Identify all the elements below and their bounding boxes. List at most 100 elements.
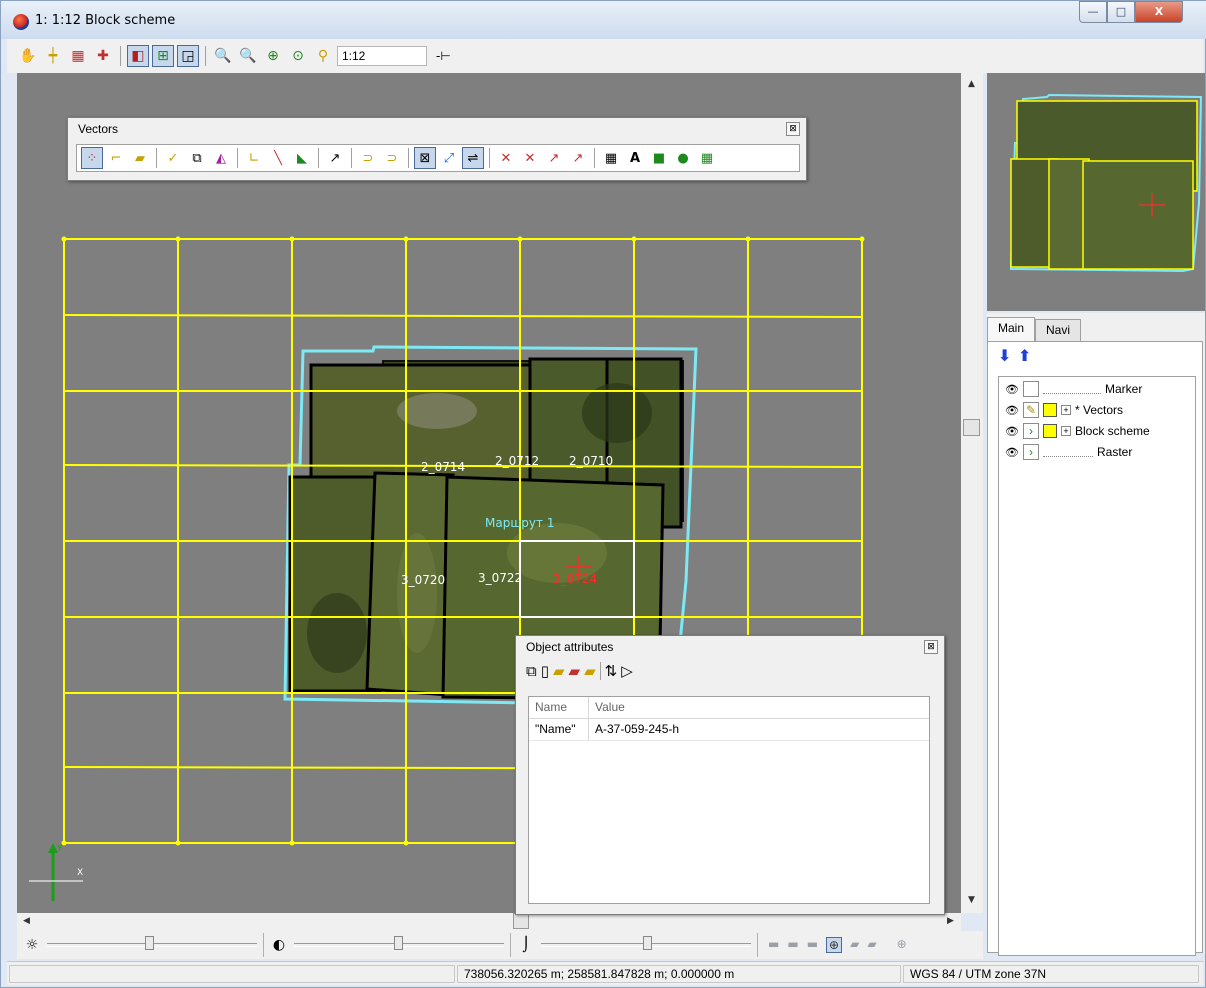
edit-pencil-icon[interactable]: ✎ — [1023, 402, 1039, 418]
grid-icon[interactable]: ▦ — [67, 45, 89, 67]
sort-icon[interactable]: ⇅ — [605, 662, 618, 680]
hand-pan-icon[interactable]: ✋ — [17, 45, 39, 67]
open-folder-icon[interactable]: ▰ — [553, 662, 565, 680]
pin-icon[interactable]: -⊢ — [436, 49, 451, 63]
scroll-down-icon[interactable]: ▼ — [968, 895, 975, 905]
copy-icon[interactable]: ⧉ — [526, 662, 537, 680]
attr-icon[interactable]: ■ — [648, 147, 670, 169]
tab-main[interactable]: Main — [987, 317, 1036, 341]
channel-blue-icon[interactable]: ▬ — [807, 937, 818, 953]
line-2d-icon[interactable]: ↗ — [567, 147, 589, 169]
close-button[interactable]: X — [1135, 1, 1183, 23]
minimize-button[interactable]: — — [1079, 1, 1107, 23]
eye-icon[interactable]: 👁 — [1005, 425, 1019, 438]
move-up-icon[interactable]: ⬆ — [1018, 348, 1032, 364]
slider-knob[interactable] — [145, 936, 154, 950]
channel-green-icon[interactable]: ▬ — [787, 937, 798, 953]
frame-icon[interactable]: ◲ — [177, 45, 199, 67]
copy-shape-icon[interactable]: ⧉ — [186, 147, 208, 169]
eye-icon[interactable]: 👁 — [1005, 383, 1019, 396]
create-polygon-icon[interactable]: ▰ — [129, 147, 151, 169]
snap-edge-icon[interactable]: ⇌ — [462, 147, 484, 169]
delete-folder-icon[interactable]: ▰ — [569, 662, 581, 680]
layer-row-raster[interactable]: 👁 › Raster — [1005, 442, 1132, 462]
eye-icon[interactable]: 👁 — [1005, 404, 1019, 417]
snap-icon[interactable]: ⊠ — [414, 147, 436, 169]
layer-row-marker[interactable]: 👁 Marker — [1005, 379, 1142, 399]
classify-icon[interactable]: ● — [672, 147, 694, 169]
fit-icon[interactable]: ⊞ — [152, 45, 174, 67]
layer-row-block-scheme[interactable]: 👁 › + Block scheme — [1005, 421, 1150, 441]
gamma-slider[interactable] — [541, 936, 751, 950]
filter-icon[interactable]: ▷ — [621, 662, 633, 680]
close-icon[interactable]: ⊠ — [924, 640, 938, 654]
zoom-area-icon[interactable]: ⊕ — [262, 45, 284, 67]
scroll-right-icon[interactable]: ▶ — [947, 916, 954, 926]
active-chevron-icon[interactable]: › — [1023, 444, 1039, 460]
snap-line-icon[interactable]: ⤢ — [438, 147, 460, 169]
split-view-icon[interactable]: ◧ — [127, 45, 149, 67]
new-document-icon[interactable]: ▯ — [541, 662, 549, 680]
layer-a-icon[interactable]: ▰ — [850, 937, 859, 953]
table-row[interactable]: "Name" A-37-059-245-h — [529, 719, 929, 741]
create-polyline-icon[interactable]: ⌐ — [105, 147, 127, 169]
active-chevron-icon[interactable]: › — [1023, 423, 1039, 439]
close-icon[interactable]: ⊠ — [786, 122, 800, 136]
slider-knob[interactable] — [643, 936, 652, 950]
tab-navi[interactable]: Navi — [1035, 319, 1082, 341]
expand-icon[interactable]: + — [1061, 405, 1071, 415]
toolbar-separator — [318, 148, 319, 168]
scroll-up-icon[interactable]: ▲ — [968, 79, 975, 89]
angle-icon[interactable]: ∟ — [243, 147, 265, 169]
cross-2d-icon[interactable]: ✕ — [519, 147, 541, 169]
line-icon[interactable]: ╲ — [267, 147, 289, 169]
bracket-right-icon[interactable]: ⊃ — [381, 147, 403, 169]
move-down-icon[interactable]: ⬇ — [998, 348, 1012, 364]
zoom-scale-icon[interactable]: ⚲ — [312, 45, 334, 67]
channel-red-icon[interactable]: ▬ — [768, 937, 779, 953]
curve-icon[interactable]: ↗ — [324, 147, 346, 169]
scroll-left-icon[interactable]: ◀ — [23, 916, 30, 926]
contrast-slider[interactable] — [294, 936, 504, 950]
text-icon[interactable]: A — [624, 147, 646, 169]
auto-level-icon[interactable]: ⊕ — [826, 937, 843, 953]
toolbar-separator — [237, 148, 238, 168]
cross-3d-icon[interactable]: ✕ — [495, 147, 517, 169]
main-window: 1: 1:12 Block scheme — □ X ✋ ┿ ▦ ✚ ◧ ⊞ ◲… — [0, 0, 1206, 988]
scale-input[interactable] — [337, 46, 427, 66]
area-icon[interactable]: ◣ — [291, 147, 313, 169]
grid-tool-icon[interactable]: ▦ — [696, 147, 718, 169]
edit-node-icon[interactable]: ✓ — [162, 147, 184, 169]
layer-color-swatch[interactable] — [1043, 403, 1057, 417]
overview-map[interactable] — [987, 73, 1205, 311]
horizontal-scrollbar[interactable]: ◀ ▶ — [17, 913, 961, 931]
add-point-icon[interactable]: ┿ — [42, 45, 64, 67]
line-3d-icon[interactable]: ↗ — [543, 147, 565, 169]
column-header-value[interactable]: Value — [589, 697, 929, 718]
create-point-icon[interactable]: ⁘ — [81, 147, 103, 169]
layer-b-icon[interactable]: ▰ — [867, 937, 876, 953]
edit-folder-icon[interactable]: ▰ — [584, 662, 596, 680]
attribute-name-cell[interactable]: "Name" — [529, 719, 589, 740]
zoom-out-icon[interactable]: 🔍 — [237, 45, 259, 67]
maximize-button[interactable]: □ — [1107, 1, 1135, 23]
layer-checkbox[interactable] — [1023, 381, 1039, 397]
horizontal-scroll-thumb[interactable] — [513, 913, 529, 929]
table-icon[interactable]: ▦ — [600, 147, 622, 169]
zoom-fit-icon[interactable]: ⊙ — [287, 45, 309, 67]
vertical-scrollbar[interactable]: ▲ ▼ — [961, 73, 983, 913]
layer-color-swatch[interactable] — [1043, 424, 1057, 438]
eye-icon[interactable]: 👁 — [1005, 446, 1019, 459]
bracket-left-icon[interactable]: ⊃ — [357, 147, 379, 169]
marker-icon[interactable]: ✚ — [92, 45, 114, 67]
vertical-scroll-thumb[interactable] — [963, 419, 980, 436]
expand-icon[interactable]: + — [1061, 426, 1071, 436]
brightness-slider[interactable] — [47, 936, 257, 950]
zoom-in-icon[interactable]: 🔍 — [212, 45, 234, 67]
attribute-value-cell[interactable]: A-37-059-245-h — [589, 719, 929, 740]
slider-knob[interactable] — [394, 936, 403, 950]
paint-icon[interactable]: ◭ — [210, 147, 232, 169]
settings-icon[interactable]: ⊕ — [897, 937, 907, 953]
layer-row-vectors[interactable]: 👁 ✎ + * Vectors — [1005, 400, 1123, 420]
column-header-name[interactable]: Name — [529, 697, 589, 718]
